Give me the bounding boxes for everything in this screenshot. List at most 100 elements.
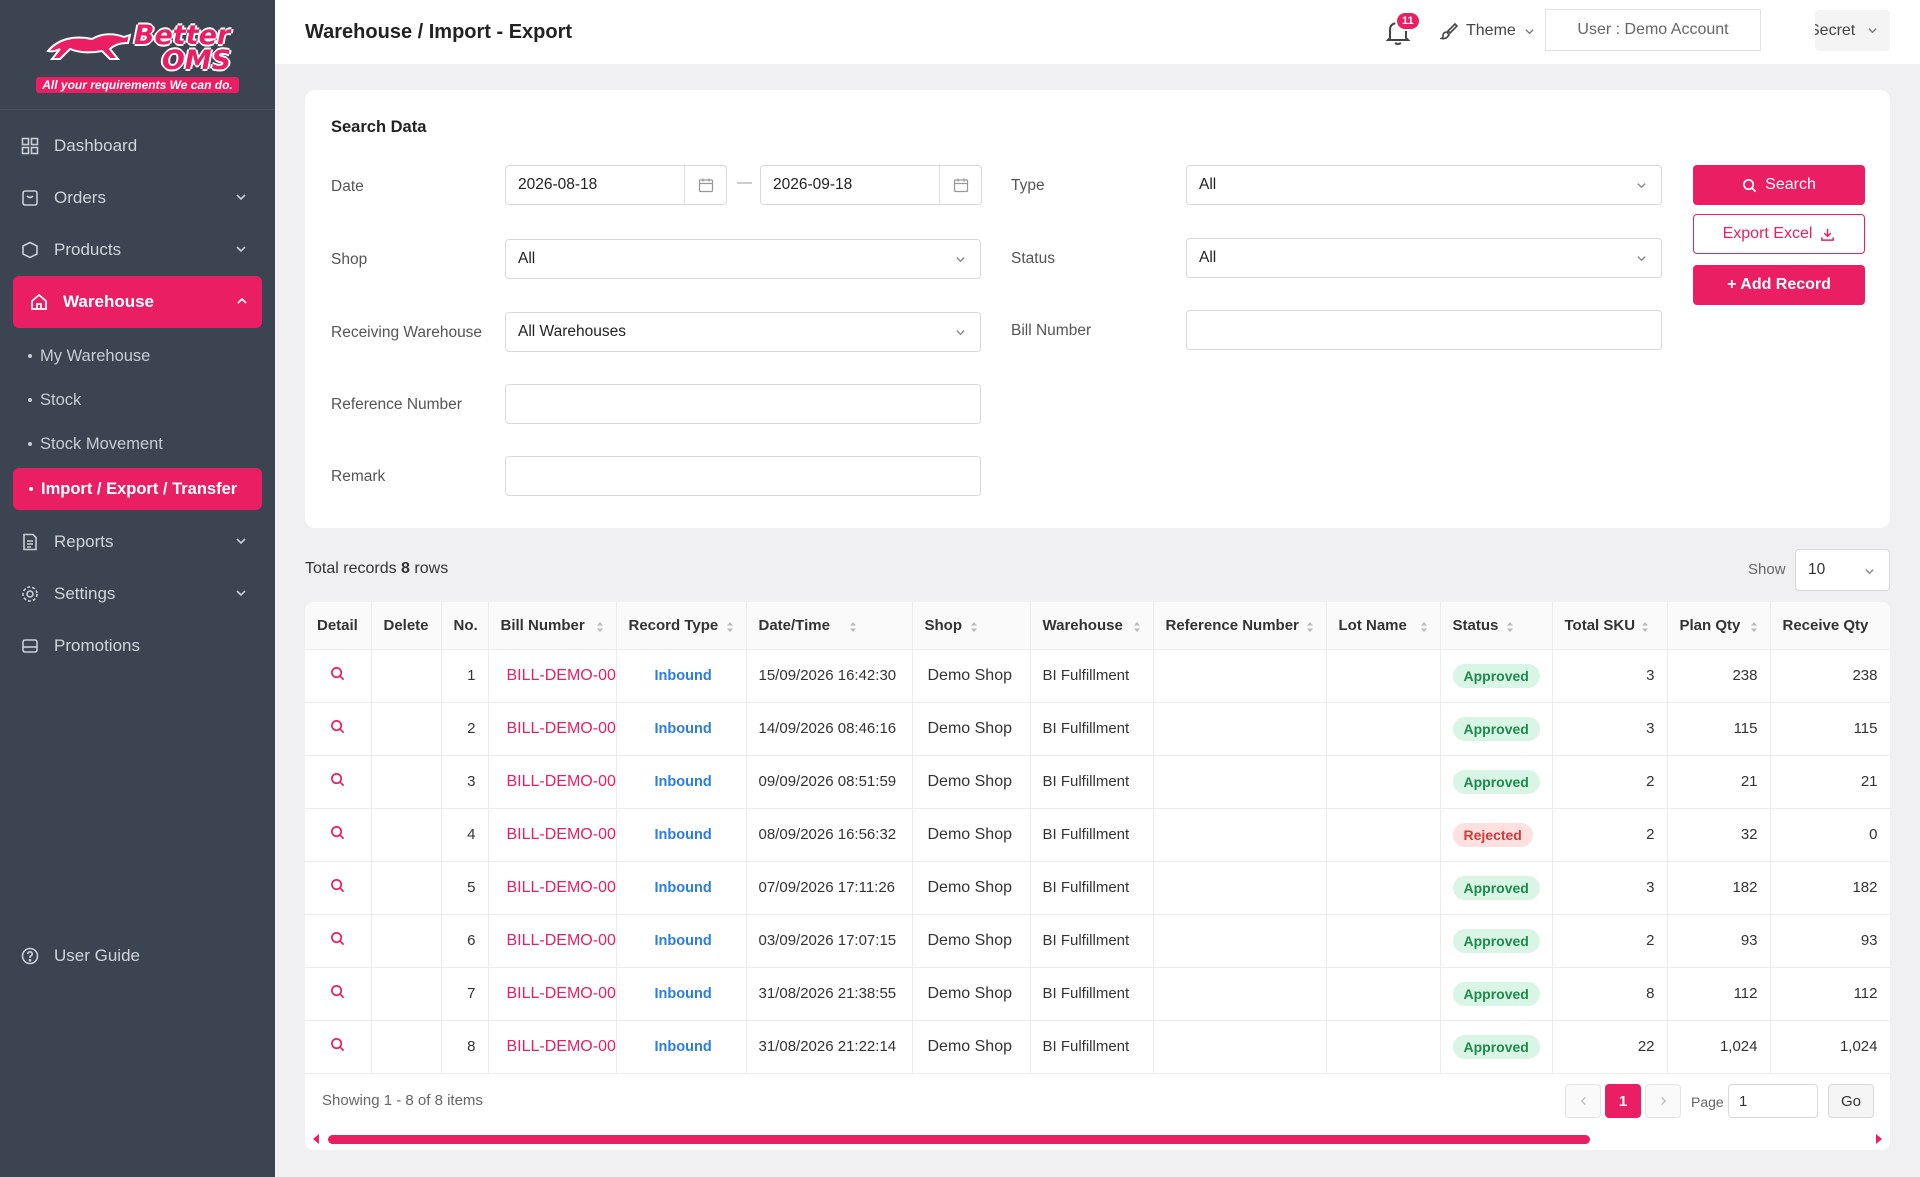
cell-bill-number[interactable]: BILL-DEMO-005 <box>488 861 617 915</box>
cell-plan-qty: 115 <box>1667 702 1771 756</box>
status-select[interactable]: All <box>1186 238 1662 278</box>
report-icon <box>20 532 40 552</box>
remark-input[interactable] <box>505 456 981 496</box>
column-header-warehouse[interactable]: Warehouse <box>1030 602 1154 650</box>
add-record-label: + Add Record <box>1727 276 1831 293</box>
cell-bill-number[interactable]: BILL-DEMO-002 <box>488 702 617 756</box>
theme-selector[interactable]: Theme <box>1440 22 1535 40</box>
column-header-label: Record Type <box>628 616 719 634</box>
help-icon <box>20 946 40 966</box>
sort-icon <box>1641 622 1648 632</box>
page-go-button[interactable]: Go <box>1828 1084 1874 1118</box>
cell-bill-number[interactable]: BILL-DEMO-007 <box>488 967 617 1021</box>
status-label: Status <box>1011 250 1055 267</box>
sort-icon <box>1506 622 1513 632</box>
view-detail-icon[interactable] <box>330 825 345 840</box>
sidebar-subitem-my-warehouse[interactable]: My Warehouse <box>0 334 275 378</box>
column-header-record-type[interactable]: Record Type <box>616 602 747 650</box>
calendar-icon[interactable] <box>939 166 981 204</box>
column-header-datetime[interactable]: Date/Time <box>746 602 913 650</box>
cell-plan-qty: 112 <box>1667 967 1771 1021</box>
export-excel-label: Export Excel <box>1722 225 1813 242</box>
cell-receive-qty: 112 <box>1770 967 1890 1021</box>
sidebar-item-promotions[interactable]: Promotions <box>0 620 275 672</box>
receiving-warehouse-select[interactable]: All Warehouses <box>505 312 981 352</box>
sidebar-item-warehouse[interactable]: Warehouse <box>13 276 262 328</box>
chevron-down-icon <box>1637 256 1646 262</box>
column-header-lot-name[interactable]: Lot Name <box>1326 602 1441 650</box>
cell-status: Approved <box>1440 861 1553 915</box>
sidebar-item-settings[interactable]: Settings <box>0 568 275 620</box>
bill-number-input[interactable] <box>1186 310 1662 350</box>
sidebar-item-user-guide[interactable]: User Guide <box>0 930 162 982</box>
column-header-plan-qty[interactable]: Plan Qty <box>1667 602 1771 650</box>
sidebar-item-dashboard[interactable]: Dashboard <box>0 120 275 172</box>
type-select[interactable]: All <box>1186 165 1662 205</box>
cell-bill-number[interactable]: BILL-DEMO-004 <box>488 808 617 862</box>
page-title: Warehouse / Import - Export <box>305 20 573 43</box>
cell-bill-number[interactable]: BILL-DEMO-003 <box>488 755 617 809</box>
cell-reference-number <box>1153 861 1327 915</box>
scrollbar-thumb[interactable] <box>328 1135 1590 1144</box>
cell-total-sku: 3 <box>1552 649 1668 703</box>
search-button[interactable]: Search <box>1693 165 1865 205</box>
cell-lot-name <box>1326 914 1441 968</box>
add-record-button[interactable]: + Add Record <box>1693 265 1865 305</box>
shop-value: All <box>518 250 536 267</box>
cell-lot-name <box>1326 808 1441 862</box>
user-account[interactable]: User : Demo Account <box>1545 9 1761 51</box>
sidebar-subitem-stock[interactable]: Stock <box>0 378 275 422</box>
date-to-input[interactable]: 2026-09-18 <box>760 165 982 205</box>
cell-bill-number[interactable]: BILL-DEMO-008 <box>488 1020 617 1074</box>
view-detail-icon[interactable] <box>330 984 345 999</box>
calendar-icon[interactable] <box>684 166 726 204</box>
export-excel-button[interactable]: Export Excel <box>1693 214 1865 254</box>
reference-number-input[interactable] <box>505 384 981 424</box>
scroll-left-arrow-icon[interactable] <box>311 1134 321 1144</box>
shop-select[interactable]: All <box>505 239 981 279</box>
page-size-select[interactable]: 10 <box>1795 549 1890 591</box>
cell-receive-qty: 115 <box>1770 702 1890 756</box>
cell-no: 3 <box>441 755 489 809</box>
view-detail-icon[interactable] <box>330 719 345 734</box>
sidebar-item-reports[interactable]: Reports <box>0 516 275 568</box>
brand-name-line2: OMS <box>161 44 232 76</box>
sidebar-item-products[interactable]: Products <box>0 224 275 276</box>
sidebar-item-orders[interactable]: Orders <box>0 172 275 224</box>
sidebar-subitem-stock-movement[interactable]: Stock Movement <box>0 422 275 466</box>
cell-bill-number[interactable]: BILL-DEMO-001 <box>488 649 617 703</box>
receiving-warehouse-label: Receiving Warehouse <box>331 324 483 341</box>
sidebar-subitem-import-export-transfer[interactable]: Import / Export / Transfer <box>13 468 262 510</box>
view-detail-icon[interactable] <box>330 1037 345 1052</box>
status-value: All <box>1199 249 1217 266</box>
cell-record-type: Inbound <box>616 1020 747 1074</box>
view-detail-icon[interactable] <box>330 772 345 787</box>
view-detail-icon[interactable] <box>330 666 345 681</box>
status-badge: Rejected <box>1452 822 1533 847</box>
view-detail-icon[interactable] <box>330 878 345 893</box>
cell-warehouse: BI Fulfillment <box>1030 808 1154 862</box>
column-header-label: Status <box>1452 616 1499 634</box>
prev-page-button[interactable] <box>1565 1084 1601 1118</box>
page-jump-input[interactable]: 1 <box>1728 1084 1818 1118</box>
column-header-shop[interactable]: Shop <box>912 602 1031 650</box>
sidebar-subitem-label: Stock Movement <box>40 434 163 453</box>
cell-datetime: 07/09/2026 17:11:26 <box>746 861 913 915</box>
column-header-reference-number[interactable]: Reference Number <box>1153 602 1327 650</box>
next-page-button[interactable] <box>1645 1084 1681 1118</box>
horizontal-scrollbar[interactable] <box>305 1132 1890 1146</box>
chevron-down-icon <box>956 257 965 263</box>
brand-logo[interactable]: Better OMS All your requirements We can … <box>0 0 275 110</box>
column-header-total-sku[interactable]: Total SKU <box>1552 602 1668 650</box>
language-selector[interactable]: Secret <box>1815 10 1890 51</box>
view-detail-icon[interactable] <box>330 931 345 946</box>
page-button-1[interactable]: 1 <box>1605 1084 1641 1118</box>
column-header-receive-qty[interactable]: Receive Qty <box>1770 602 1890 650</box>
cell-bill-number[interactable]: BILL-DEMO-006 <box>488 914 617 968</box>
column-header-status[interactable]: Status <box>1440 602 1553 650</box>
sort-icon <box>1133 622 1140 632</box>
cell-datetime: 14/09/2026 08:46:16 <box>746 702 913 756</box>
column-header-bill-number[interactable]: Bill Number <box>488 602 617 650</box>
date-from-input[interactable]: 2026-08-18 <box>505 165 727 205</box>
scroll-right-arrow-icon[interactable] <box>1874 1134 1884 1144</box>
